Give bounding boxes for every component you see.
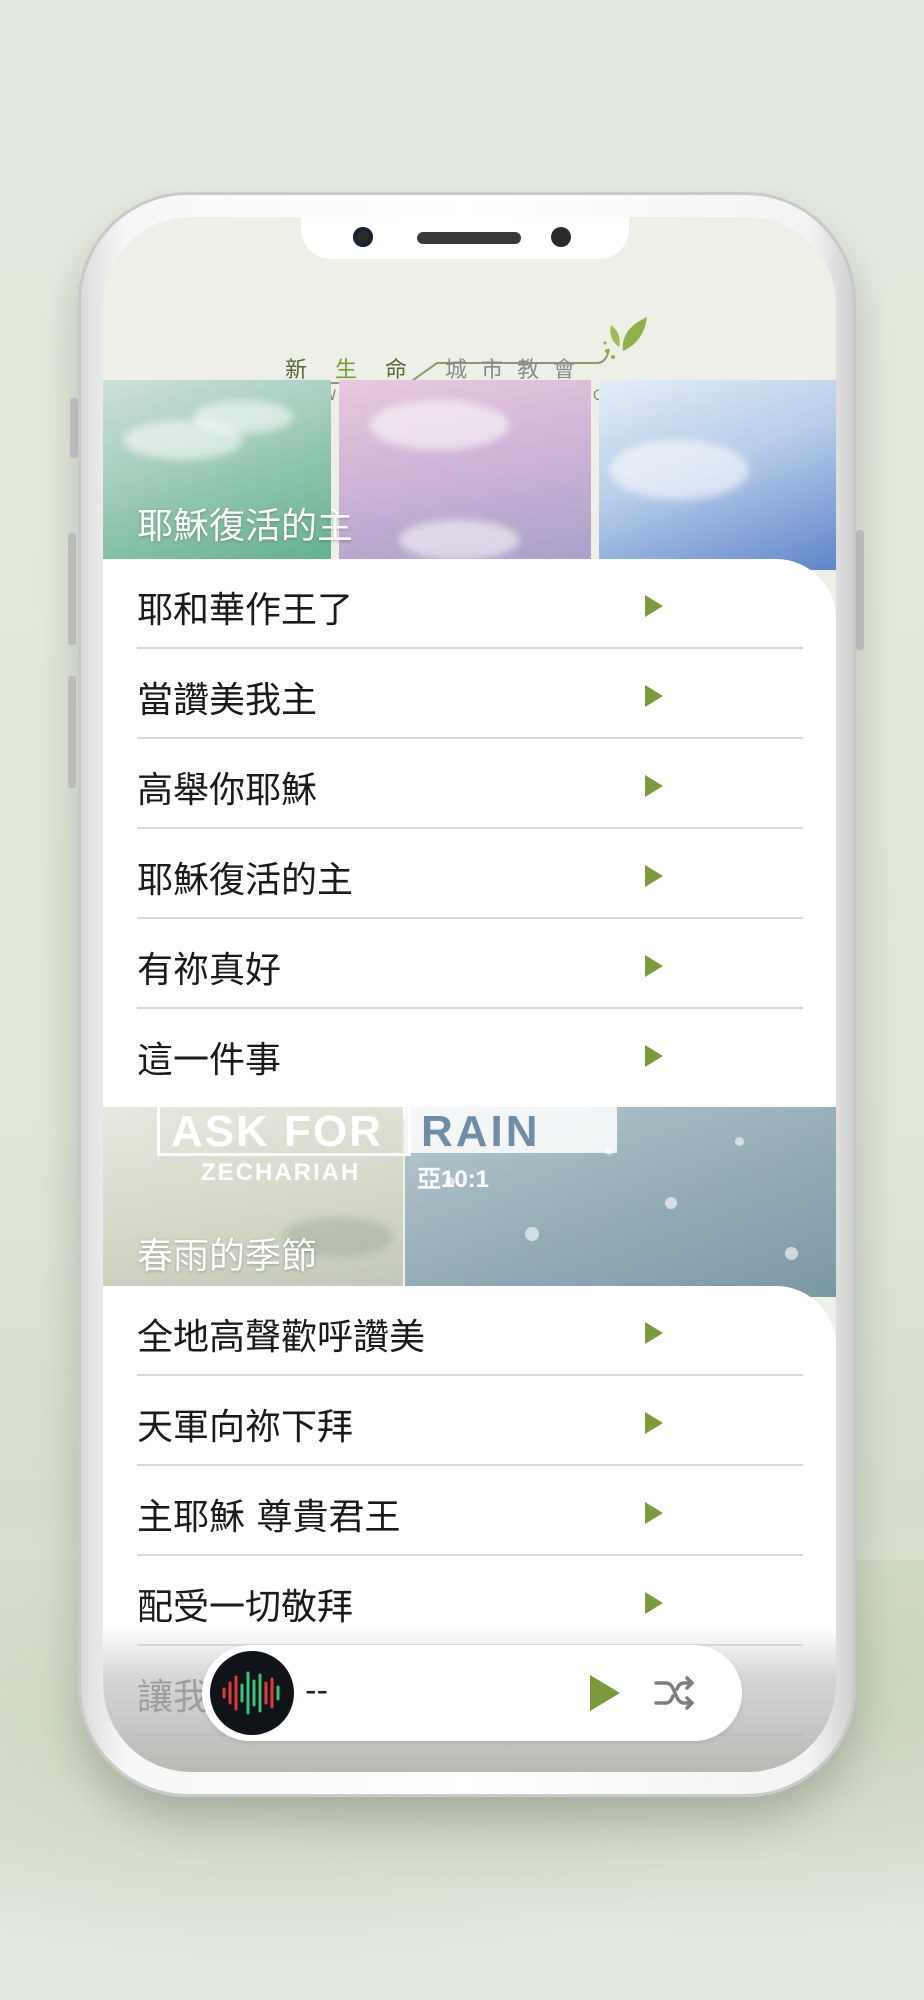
song-row[interactable]: 這一件事: [137, 1009, 803, 1099]
song-row[interactable]: 當讚美我主: [137, 649, 803, 739]
banner-panel-blue: [599, 380, 836, 570]
play-icon[interactable]: [645, 1592, 663, 1614]
play-icon[interactable]: [645, 1322, 663, 1344]
banner-panel-pink: [339, 380, 591, 570]
play-icon[interactable]: [645, 1045, 663, 1067]
play-icon[interactable]: [645, 1412, 663, 1434]
shuffle-icon[interactable]: [654, 1675, 696, 1711]
song-row[interactable]: 耶和華作王了: [137, 559, 803, 649]
play-icon[interactable]: [590, 1675, 620, 1711]
play-icon[interactable]: [645, 865, 663, 887]
song-title: 耶和華作王了: [137, 590, 354, 631]
song-title: 主耶穌 尊貴君王: [137, 1497, 401, 1538]
song-title: 耶穌復活的主: [137, 860, 354, 901]
side-button-volume-up: [68, 533, 76, 645]
church-logo: 新生命城市教會 NEW LIFE CITY CHURCH: [103, 257, 836, 404]
play-icon[interactable]: [645, 685, 663, 707]
song-row[interactable]: 天軍向祢下拜: [137, 1376, 803, 1466]
notch: [301, 217, 629, 259]
song-title: 全地高聲歡呼讚美: [137, 1317, 426, 1358]
section-title: 春雨的季節: [137, 1236, 318, 1277]
camera-icon: [353, 227, 373, 247]
song-title: 有祢真好: [137, 950, 282, 991]
song-row[interactable]: 主耶穌 尊貴君王: [137, 1466, 803, 1556]
song-title: 天軍向祢下拜: [137, 1407, 354, 1448]
song-row[interactable]: 高舉你耶穌: [137, 739, 803, 829]
song-row[interactable]: 耶穌復活的主: [137, 829, 803, 919]
banner-ask-text: ASK FOR: [171, 1107, 383, 1156]
phone-screen: 新生命城市教會 NEW LIFE CITY CHURCH 耶穌復活的主 耶和華作…: [103, 217, 836, 1772]
mini-player[interactable]: --: [202, 1645, 742, 1741]
song-row[interactable]: 有祢真好: [137, 919, 803, 1009]
section-banner-rain[interactable]: ASK FOR RAIN ZECHARIAH 亞10:1 春雨的季節: [103, 1107, 836, 1297]
play-icon[interactable]: [645, 955, 663, 977]
song-row[interactable]: 全地高聲歡呼讚美: [137, 1286, 803, 1376]
side-button-mute: [70, 398, 78, 458]
song-title: 高舉你耶穌: [137, 770, 318, 811]
play-icon[interactable]: [645, 1502, 663, 1524]
play-icon[interactable]: [645, 595, 663, 617]
banner-rain-text: RAIN: [421, 1107, 541, 1156]
song-title: 當讚美我主: [137, 680, 318, 721]
side-button-volume-down: [68, 676, 76, 788]
now-playing-title: --: [305, 1671, 329, 1709]
section-banner-easter[interactable]: 耶穌復活的主: [103, 380, 836, 570]
speaker-grille: [417, 232, 521, 244]
waveform-logo-icon: [210, 1651, 294, 1735]
banner-book-text: ZECHARIAH: [201, 1159, 361, 1186]
banner-verse-text: 亞10:1: [417, 1166, 490, 1193]
section-title: 耶穌復活的主: [137, 506, 354, 547]
play-icon[interactable]: [645, 775, 663, 797]
sensor-icon: [551, 227, 571, 247]
song-title: 配受一切敬拜: [137, 1587, 354, 1628]
song-list: 耶和華作王了 當讚美我主 高舉你耶穌 耶穌復活的主 有祢真好 這一件事: [103, 559, 836, 1119]
side-button-power: [856, 530, 864, 650]
song-title: 這一件事: [137, 1040, 282, 1081]
